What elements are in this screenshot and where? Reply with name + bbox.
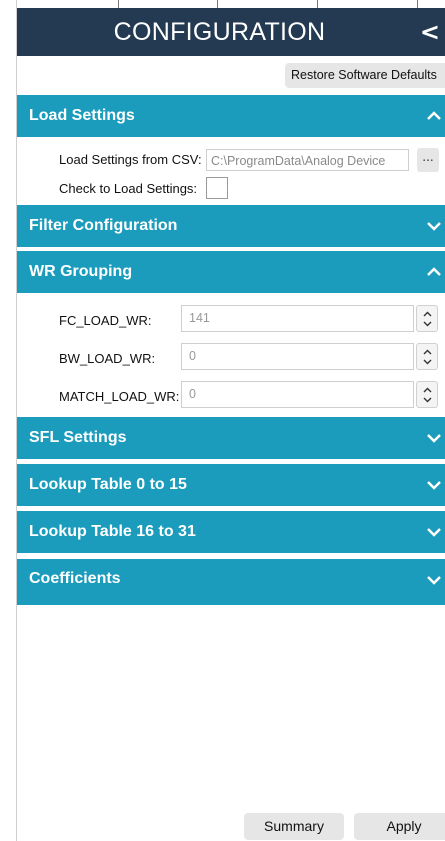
section-lookup-table-0-15-header[interactable]: Lookup Table 0 to 15 [17, 464, 445, 508]
section-title: Filter Configuration [29, 217, 178, 234]
section-title: Coefficients [29, 570, 121, 587]
load-settings-checkbox[interactable] [206, 177, 228, 199]
bw-load-wr-input[interactable]: 0 [181, 343, 414, 370]
chevron-down-icon [427, 528, 441, 537]
ruler-tick [118, 0, 119, 8]
match-load-wr-input[interactable]: 0 [181, 381, 414, 408]
left-margin-strip [0, 0, 16, 841]
chevron-down-icon [427, 434, 441, 443]
section-load-settings-header[interactable]: Load Settings [17, 95, 445, 139]
match-load-wr-label: MATCH_LOAD_WR: [59, 389, 180, 404]
chevron-down-icon[interactable] [423, 359, 432, 365]
chevron-down-icon[interactable] [423, 397, 432, 403]
chevron-up-icon [427, 111, 441, 120]
ruler-tick [417, 0, 418, 8]
fc-load-wr-stepper[interactable] [416, 305, 438, 332]
section-title: WR Grouping [29, 263, 133, 280]
top-ruler [17, 0, 445, 8]
page-title: CONFIGURATION [113, 18, 326, 46]
section-title: Lookup Table 0 to 15 [29, 476, 187, 493]
section-title: Load Settings [29, 107, 135, 124]
summary-button[interactable]: Summary [244, 813, 344, 840]
ruler-tick [317, 0, 318, 8]
fc-load-wr-input[interactable]: 141 [181, 305, 414, 332]
chevron-down-icon [427, 576, 441, 585]
load-settings-check-label: Check to Load Settings: [59, 181, 198, 196]
section-wr-grouping-header[interactable]: WR Grouping [17, 251, 445, 295]
chevron-up-icon [427, 267, 441, 276]
chevron-up-icon[interactable] [423, 387, 432, 393]
csv-path-input[interactable]: C:\ProgramData\Analog Device [206, 149, 409, 171]
section-lookup-table-16-31-header[interactable]: Lookup Table 16 to 31 [17, 511, 445, 555]
apply-button[interactable]: Apply [354, 813, 445, 840]
chevron-down-icon[interactable] [423, 321, 432, 327]
section-title: SFL Settings [29, 429, 127, 446]
fc-load-wr-label: FC_LOAD_WR: [59, 313, 152, 328]
section-title: Lookup Table 16 to 31 [29, 523, 196, 540]
collapse-panel-button[interactable]: < [420, 8, 440, 56]
restore-defaults-button[interactable]: Restore Software Defaults [285, 63, 445, 88]
panel-header: CONFIGURATION < [17, 8, 445, 56]
browse-button[interactable]: ... [417, 148, 439, 172]
configuration-panel: CONFIGURATION < Restore Software Default… [16, 0, 445, 841]
csv-path-label: Load Settings from CSV: [59, 152, 202, 167]
section-sfl-settings-header[interactable]: SFL Settings [17, 417, 445, 461]
match-load-wr-stepper[interactable] [416, 381, 438, 408]
chevron-up-icon[interactable] [423, 349, 432, 355]
chevron-up-icon[interactable] [423, 311, 432, 317]
bw-load-wr-label: BW_LOAD_WR: [59, 351, 156, 366]
chevron-down-icon [427, 481, 441, 490]
section-coefficients-header[interactable]: Coefficients [17, 559, 445, 607]
bw-load-wr-stepper[interactable] [416, 343, 438, 370]
ruler-tick [217, 0, 218, 8]
chevron-down-icon [427, 222, 441, 231]
section-filter-configuration-header[interactable]: Filter Configuration [17, 205, 445, 249]
